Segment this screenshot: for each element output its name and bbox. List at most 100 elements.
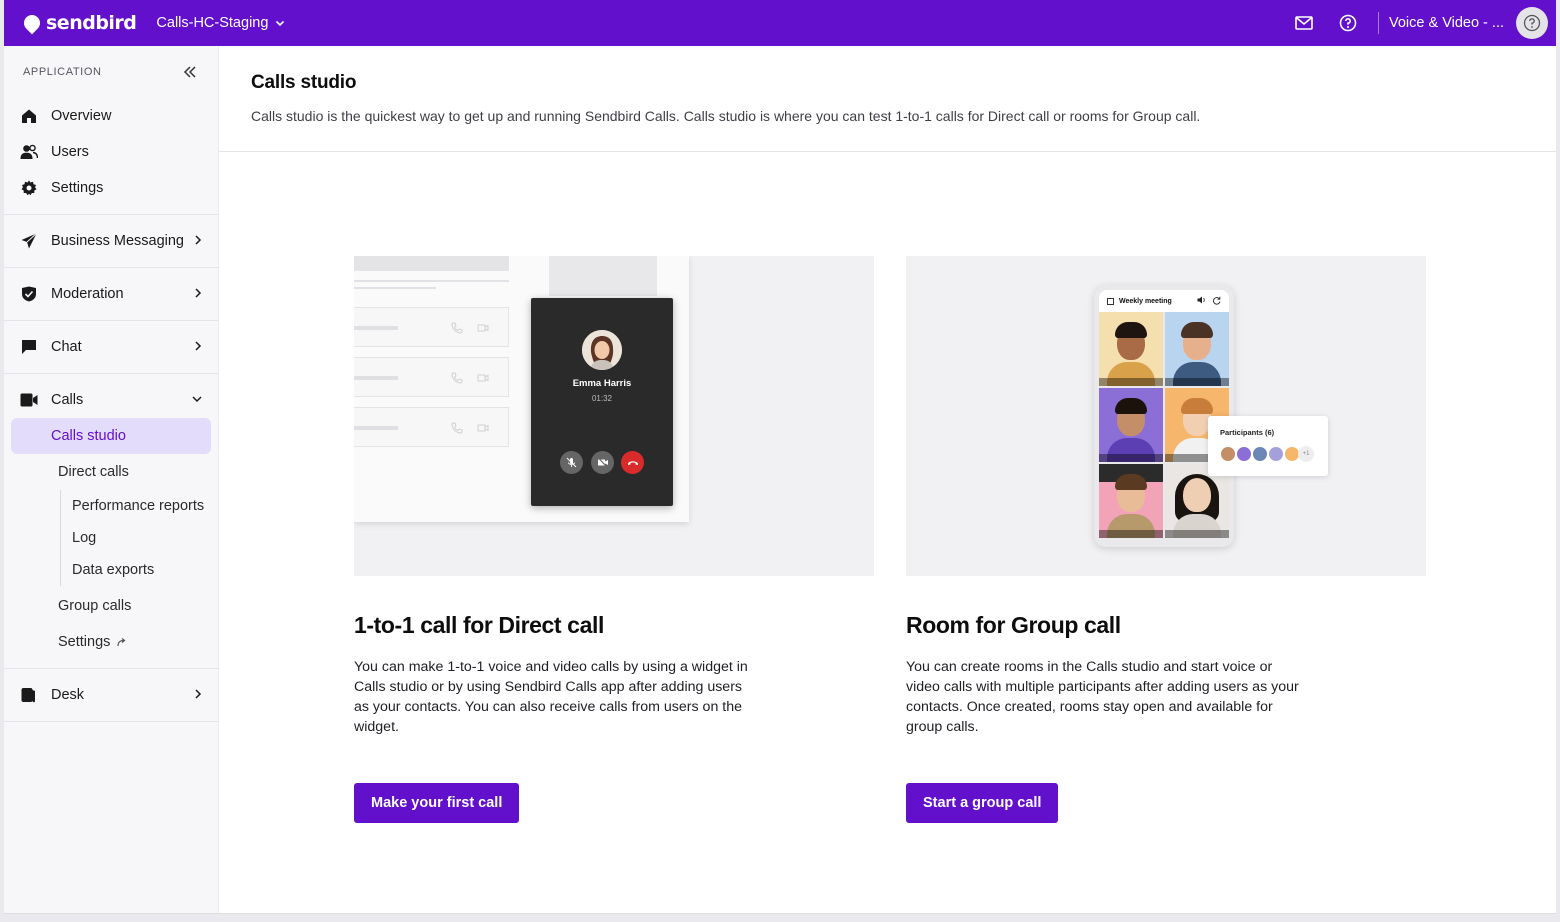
make-first-call-button[interactable]: Make your first call	[354, 783, 520, 823]
sidebar-item-label: Overview	[51, 108, 112, 124]
mock-bar	[549, 256, 657, 296]
mail-icon[interactable]	[1293, 12, 1315, 34]
help-icon[interactable]	[1337, 12, 1359, 34]
sidebar-item-direct-calls[interactable]: Direct calls	[11, 454, 211, 490]
direct-call-description: You can make 1-to-1 voice and video call…	[354, 659, 748, 735]
sidebar-item-overview[interactable]: Overview	[4, 98, 218, 134]
participants-label: Participants (6)	[1220, 428, 1275, 437]
group-call-header: Weekly meeting	[1099, 290, 1229, 312]
chat-icon	[20, 338, 38, 356]
start-group-call-button[interactable]: Start a group call	[906, 783, 1059, 823]
mock-contact-row	[354, 407, 509, 447]
main-content: Calls studio Calls studio is the quickes…	[219, 46, 1556, 913]
top-bar: sendbird Calls-HC-Staging Voice & Video …	[4, 0, 1556, 46]
sidebar-group-desk: Desk	[4, 668, 218, 722]
caller-avatar	[582, 330, 622, 370]
sidebar-item-moderation[interactable]: Moderation	[4, 276, 218, 312]
video-icon	[477, 371, 489, 383]
sidebar-section-header: APPLICATION	[4, 46, 218, 98]
end-call-icon	[621, 451, 644, 474]
sidebar-item-settings[interactable]: Settings	[4, 170, 218, 206]
sidebar-group-calls: Calls Calls studio Direct calls Performa…	[4, 373, 218, 668]
mock-line	[354, 280, 509, 282]
topbar-divider	[1378, 12, 1379, 34]
more-participants-count: +1	[1298, 446, 1314, 462]
app-window: sendbird Calls-HC-Staging Voice & Video …	[4, 0, 1556, 914]
sidebar-group-business-messaging: Business Messaging	[4, 214, 218, 267]
org-switcher[interactable]: Voice & Video - ...	[1389, 15, 1504, 31]
sidebar-item-label: Users	[51, 144, 89, 160]
chevron-down-icon	[192, 396, 202, 403]
page-title: Calls studio	[251, 72, 357, 93]
group-call-card: Weekly meeting Participants (6) +1 Room …	[906, 256, 1426, 823]
mock-bar	[354, 256, 509, 271]
mock-line	[354, 287, 436, 289]
sendbird-logo[interactable]: sendbird	[22, 0, 137, 46]
collapse-sidebar-icon[interactable]	[180, 62, 200, 82]
shield-icon	[20, 285, 38, 303]
app-name: Calls-HC-Staging	[156, 15, 269, 31]
video-icon	[477, 421, 489, 433]
page-header: Calls studio Calls studio is the quickes…	[219, 46, 1556, 152]
app-switcher[interactable]: Calls-HC-Staging	[156, 15, 286, 31]
mute-icon	[560, 451, 583, 474]
phone-icon	[451, 371, 463, 384]
brand-name: sendbird	[46, 12, 137, 34]
avatar-icon[interactable]	[1516, 7, 1548, 39]
sidebar-item-label: Desk	[51, 687, 85, 703]
participant-avatar	[1252, 446, 1268, 462]
home-icon	[20, 107, 38, 125]
video-icon	[477, 321, 489, 333]
participants-popover: Participants (6) +1	[1208, 416, 1328, 476]
external-link-icon	[117, 637, 126, 646]
topbar-actions: Voice & Video - ...	[1282, 0, 1556, 46]
phone-icon	[451, 321, 463, 334]
refresh-icon	[1212, 296, 1221, 307]
chevron-right-icon	[195, 689, 202, 699]
chevron-right-icon	[195, 288, 202, 298]
sidebar-item-label: Settings	[51, 180, 104, 196]
group-call-title: Room for Group call	[906, 612, 1121, 638]
participant-avatar	[1236, 446, 1252, 462]
sidebar-item-calls[interactable]: Calls	[4, 382, 218, 418]
sidebar-item-calls-settings[interactable]: Settings	[11, 624, 211, 660]
sidebar-item-users[interactable]: Users	[4, 134, 218, 170]
chevron-right-icon	[195, 341, 202, 351]
chevron-down-icon	[276, 20, 285, 27]
send-icon	[20, 232, 38, 250]
chevron-right-icon	[195, 235, 202, 245]
video-icon	[20, 391, 38, 409]
sidebar-item-chat[interactable]: Chat	[4, 329, 218, 365]
cards-container: Emma Harris 01:32 1-to-1 call for Direct…	[354, 256, 1426, 823]
users-icon	[20, 143, 38, 161]
sidebar-item-calls-studio[interactable]: Calls studio	[11, 418, 211, 454]
sidebar-item-data-exports[interactable]: Data exports	[60, 554, 211, 586]
sidebar-item-label: Business Messaging	[51, 233, 184, 249]
sidebar-item-group-calls[interactable]: Group calls	[11, 588, 211, 624]
speaker-icon	[1197, 296, 1206, 306]
grid-icon	[1107, 297, 1114, 305]
participant-tile	[1099, 312, 1163, 386]
call-duration: 01:32	[591, 394, 613, 403]
participant-avatar	[1268, 446, 1284, 462]
sidebar-item-label: Settings	[58, 634, 111, 650]
page-description: Calls studio is the quickest way to get …	[251, 108, 1201, 124]
sidebar-section-title: APPLICATION	[23, 66, 102, 78]
participant-avatar	[1220, 446, 1236, 462]
mock-contact-row	[354, 307, 509, 347]
sidebar: APPLICATION Overview Users Settings Busi…	[4, 46, 219, 913]
sidebar-group-chat: Chat	[4, 320, 218, 373]
gear-icon	[20, 179, 38, 197]
sidebar-item-performance-reports[interactable]: Performance reports	[60, 490, 211, 522]
direct-call-title: 1-to-1 call for Direct call	[354, 612, 604, 638]
mock-contact-row	[354, 357, 509, 397]
sidebar-item-label: Moderation	[51, 286, 124, 302]
participant-tile	[1165, 312, 1229, 386]
caller-name: Emma Harris	[572, 378, 632, 389]
sidebar-item-business-messaging[interactable]: Business Messaging	[4, 223, 218, 259]
sidebar-item-log[interactable]: Log	[60, 522, 211, 554]
sidebar-group-moderation: Moderation	[4, 267, 218, 320]
call-widget-mock: Emma Harris 01:32	[531, 298, 673, 506]
sidebar-item-label: Calls	[51, 392, 84, 408]
sidebar-item-desk[interactable]: Desk	[4, 677, 218, 713]
